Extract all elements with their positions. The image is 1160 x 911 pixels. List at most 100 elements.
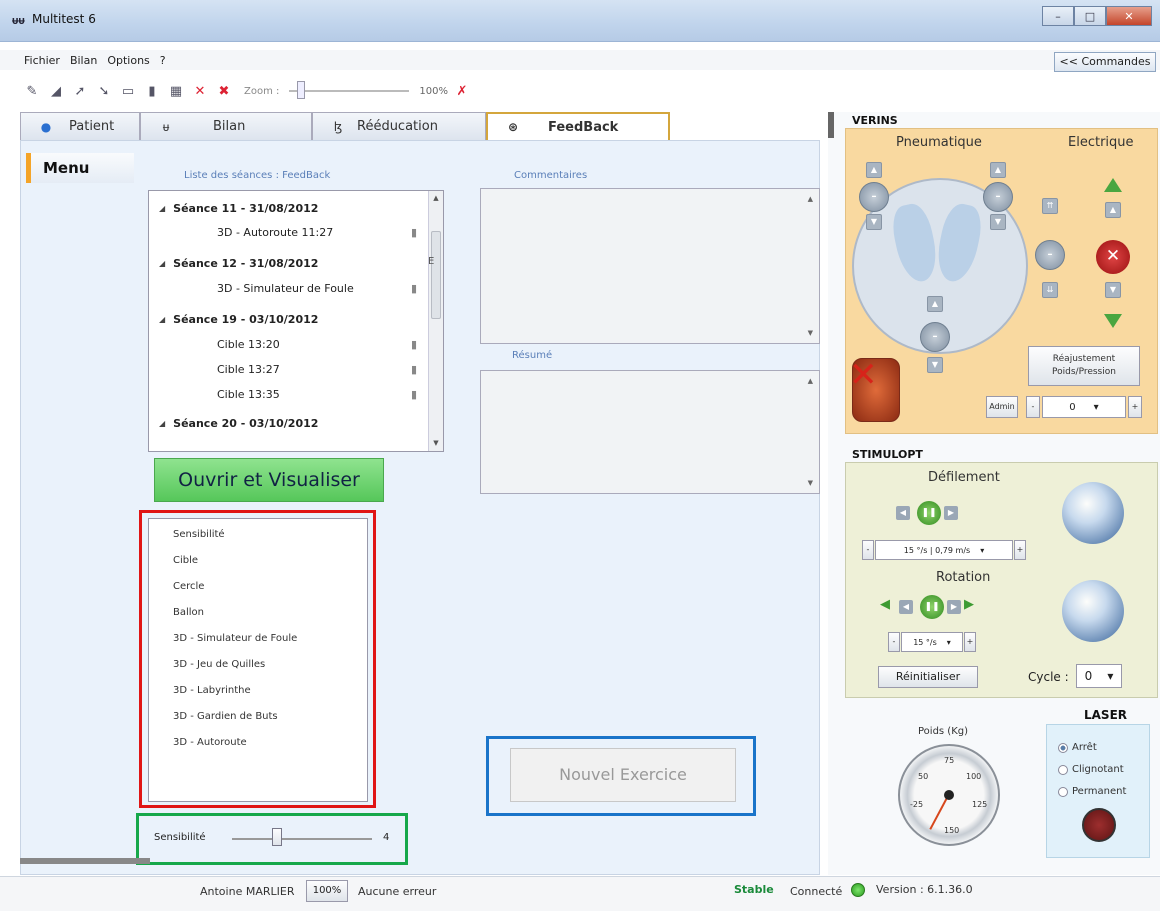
cycle-select[interactable]: 0 ▾ [1076,664,1122,688]
tab-feedback[interactable]: ⊛ FeedBack [486,112,670,140]
new-exercise-button[interactable]: Nouvel Exercice [510,748,736,802]
close-button[interactable]: ✕ [1106,6,1152,26]
session-group[interactable]: ◢ Séance 20 - 03/10/2012 [149,412,429,434]
scroll-decrement-button[interactable]: - [862,540,874,560]
pneumatic-right-up-button[interactable]: ▲ [990,162,1006,178]
rotation-decrement-button[interactable]: - [888,632,900,652]
trash-icon[interactable]: ▮ [411,338,417,351]
pneumatic-rear-knob[interactable]: – [920,322,950,352]
cancel-icon[interactable]: ✕ [190,81,210,101]
electric-fast-up-button[interactable]: ⇈ [1042,198,1058,214]
list-item[interactable]: Ballon [173,607,204,618]
pressure-increment-button[interactable]: + [1128,396,1142,418]
sessions-tree[interactable]: ◢ Séance 11 - 31/08/2012 3D - Autoroute 1… [148,190,444,452]
trash-icon[interactable]: ▮ [411,388,417,401]
rotation-back-button[interactable]: ◀ [899,600,913,614]
session-item[interactable]: Cible 13:27 ▮ [149,358,429,380]
tab-reeducation[interactable]: ɮ Rééducation [312,112,486,140]
export-icon[interactable]: ➚ [70,81,90,101]
electric-fast-down-button[interactable]: ⇊ [1042,282,1058,298]
tab-bilan[interactable]: ᵾ Bilan [140,112,312,140]
scroll-down-icon[interactable]: ▼ [429,436,443,451]
pneumatic-left-up-button[interactable]: ▲ [866,162,882,178]
laser-option-clignotant[interactable]: Clignotant [1058,764,1124,775]
admin-button[interactable]: Admin [986,396,1018,418]
scroll-down-icon[interactable]: ▼ [808,479,813,487]
reset-button[interactable]: Réinitialiser [878,666,978,688]
pneumatic-rear-up-button[interactable]: ▲ [927,296,943,312]
rotation-speed-select[interactable]: 15 °/s ▾ [901,632,963,652]
menu-options[interactable]: Options [107,54,149,67]
pneumatic-right-down-button[interactable]: ▼ [990,214,1006,230]
scroll-down-icon[interactable]: ▼ [808,329,813,337]
import-icon[interactable]: ➘ [94,81,114,101]
session-item[interactable]: Cible 13:35 ▮ [149,383,429,405]
tab-patient[interactable]: ● Patient [20,112,140,140]
open-and-view-button[interactable]: Ouvrir et Visualiser [154,458,384,502]
scroll-back-button[interactable]: ◀ [896,506,910,520]
pneumatic-rear-down-button[interactable]: ▼ [927,357,943,373]
collapse-icon[interactable]: ◢ [159,204,165,213]
commands-button[interactable]: << Commandes [1054,52,1156,72]
list-item[interactable]: 3D - Labyrinthe [173,685,251,696]
session-group[interactable]: ◢ Séance 19 - 03/10/2012 [149,308,429,330]
collapse-icon[interactable]: ◢ [159,259,165,268]
summary-field[interactable]: ▲ ▼ [480,370,820,494]
zoom-reset-button[interactable]: 100% [306,880,348,902]
maximize-button[interactable]: □ [1074,6,1106,26]
exercise-list[interactable]: Sensibilité Cible Cercle Ballon 3D - Sim… [148,518,368,802]
pressure-decrement-button[interactable]: - [1026,396,1040,418]
comments-field[interactable]: ▲ ▼ [480,188,820,344]
readjust-button[interactable]: Réajustement Poids/Pression [1028,346,1140,386]
scroll-thumb[interactable] [431,231,441,319]
rotation-pause-button[interactable]: ❚❚ [920,595,944,619]
delete-icon[interactable]: ▮ [142,81,162,101]
folder-icon[interactable]: ▭ [118,81,138,101]
sensitivity-slider-thumb[interactable] [272,828,282,846]
menu-bilan[interactable]: Bilan [70,54,97,67]
collapse-icon[interactable]: ◢ [159,315,165,324]
sensitivity-slider[interactable] [232,838,372,840]
pneumatic-left-knob[interactable]: – [859,182,889,212]
scroll-increment-button[interactable]: + [1014,540,1026,560]
session-item[interactable]: Cible 13:20 ▮ [149,333,429,355]
trash-icon[interactable]: ▮ [411,282,417,295]
pressure-select[interactable]: 0 ▾ [1042,396,1126,418]
pneumatic-right-knob[interactable]: – [983,182,1013,212]
list-item[interactable]: 3D - Jeu de Quilles [173,659,265,670]
grid-icon[interactable]: ▦ [166,81,186,101]
session-group[interactable]: ◢ Séance 11 - 31/08/2012 [149,197,429,219]
reset-zoom-icon[interactable]: ✗ [452,81,472,101]
zoom-slider-thumb[interactable] [297,81,306,99]
rotation-increment-button[interactable]: + [964,632,976,652]
rotation-forward-button[interactable]: ▶ [947,600,961,614]
pneumatic-left-down-button[interactable]: ▼ [866,214,882,230]
list-item[interactable]: Cible [173,555,198,566]
laser-option-arret[interactable]: Arrêt [1058,742,1097,753]
scroll-pause-button[interactable]: ❚❚ [917,501,941,525]
electric-knob[interactable]: – [1035,240,1065,270]
session-group[interactable]: ◢ Séance 12 - 31/08/2012 [149,252,429,274]
list-item[interactable]: 3D - Autoroute [173,737,247,748]
minimize-button[interactable]: – [1042,6,1074,26]
list-item[interactable]: 3D - Gardien de Buts [173,711,278,722]
collapse-icon[interactable]: ◢ [159,419,165,428]
stop-button[interactable]: ✕ [1096,240,1130,274]
list-item[interactable]: Sensibilité [173,529,225,540]
scroll-up-icon[interactable]: ▲ [808,195,813,203]
scroll-speed-select[interactable]: 15 °/s | 0,79 m/s ▾ [875,540,1013,560]
splitter-handle[interactable] [20,858,150,864]
trash-icon[interactable]: ▮ [411,226,417,239]
scroll-forward-button[interactable]: ▶ [944,506,958,520]
cancel-all-icon[interactable]: ✖ [214,81,234,101]
scroll-up-icon[interactable]: ▲ [429,191,443,206]
tool-icon[interactable]: ✎ [22,81,42,101]
session-item[interactable]: 3D - Simulateur de Foule ▮ [149,277,429,299]
laser-button[interactable] [1082,808,1116,842]
panel-splitter[interactable] [828,112,834,138]
session-item[interactable]: 3D - Autoroute 11:27 ▮ [149,221,429,243]
list-item[interactable]: 3D - Simulateur de Foule [173,633,297,644]
menu-fichier[interactable]: Fichier [24,54,60,67]
electric-down-button[interactable]: ▼ [1105,282,1121,298]
trash-icon[interactable]: ▮ [411,363,417,376]
